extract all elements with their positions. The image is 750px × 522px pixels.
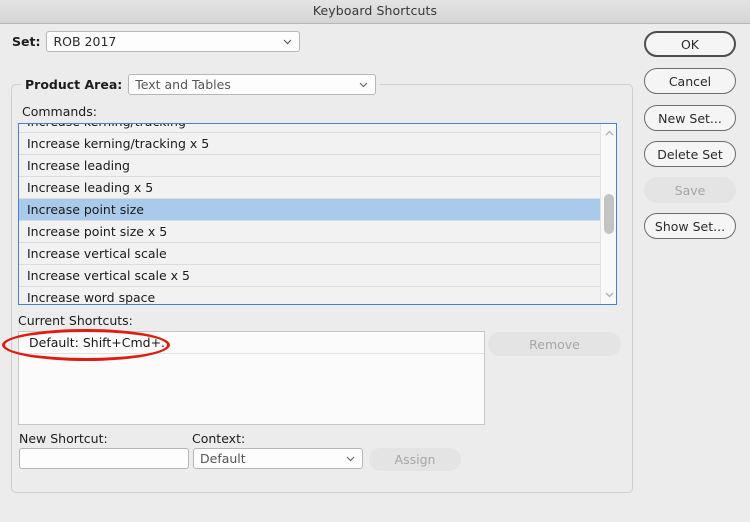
current-shortcuts-label: Current Shortcuts: bbox=[18, 313, 133, 328]
set-dropdown-value: ROB 2017 bbox=[53, 34, 117, 49]
assign-button[interactable]: Assign bbox=[369, 448, 461, 471]
commands-list-item[interactable]: Increase word space bbox=[19, 287, 601, 304]
remove-button[interactable]: Remove bbox=[488, 332, 621, 356]
delete-set-button[interactable]: Delete Set bbox=[644, 141, 736, 167]
commands-scrollbar[interactable] bbox=[600, 124, 616, 304]
commands-list-item[interactable]: Increase vertical scale x 5 bbox=[19, 265, 601, 287]
commands-list: Increase kerning/trackingIncrease kernin… bbox=[19, 124, 601, 304]
title-bar: Keyboard Shortcuts bbox=[0, 0, 750, 24]
current-shortcuts-list: Default: Shift+Cmd+. bbox=[19, 332, 484, 354]
cancel-button[interactable]: Cancel bbox=[644, 68, 736, 94]
scrollbar-thumb[interactable] bbox=[604, 194, 614, 234]
product-area-dropdown[interactable]: Text and Tables bbox=[128, 74, 377, 95]
product-area-label: Product Area: bbox=[25, 77, 123, 92]
new-set-button[interactable]: New Set... bbox=[644, 105, 736, 131]
commands-listbox[interactable]: Increase kerning/trackingIncrease kernin… bbox=[18, 123, 617, 305]
chevron-down-icon bbox=[359, 80, 368, 89]
commands-list-item[interactable]: Increase point size x 5 bbox=[19, 221, 601, 243]
chevron-down-icon[interactable] bbox=[601, 288, 616, 302]
new-shortcut-label: New Shortcut: bbox=[19, 431, 108, 446]
chevron-up-icon[interactable] bbox=[601, 126, 616, 140]
current-shortcuts-listbox[interactable]: Default: Shift+Cmd+. bbox=[18, 331, 485, 425]
keyboard-shortcuts-dialog: Keyboard Shortcuts Set: ROB 2017 Product… bbox=[0, 0, 750, 522]
new-shortcut-input[interactable] bbox=[19, 448, 189, 469]
window-title: Keyboard Shortcuts bbox=[312, 3, 438, 18]
ok-button[interactable]: OK bbox=[644, 31, 736, 57]
context-dropdown-value: Default bbox=[200, 451, 246, 466]
commands-list-item[interactable]: Increase leading x 5 bbox=[19, 177, 601, 199]
commands-list-item[interactable]: Increase point size bbox=[19, 199, 601, 221]
show-set-button[interactable]: Show Set... bbox=[644, 213, 736, 239]
context-dropdown[interactable]: Default bbox=[193, 448, 363, 469]
chevron-down-icon bbox=[346, 454, 355, 463]
commands-list-item[interactable]: Increase kerning/tracking bbox=[19, 124, 601, 133]
chevron-down-icon bbox=[283, 37, 292, 46]
commands-list-item[interactable]: Increase kerning/tracking x 5 bbox=[19, 133, 601, 155]
product-area-dropdown-value: Text and Tables bbox=[135, 77, 231, 92]
set-dropdown[interactable]: ROB 2017 bbox=[46, 31, 301, 52]
commands-label: Commands: bbox=[22, 104, 97, 119]
current-shortcut-item[interactable]: Default: Shift+Cmd+. bbox=[19, 332, 484, 354]
context-label: Context: bbox=[192, 431, 246, 446]
product-area-row: Product Area: Text and Tables bbox=[21, 74, 381, 95]
commands-list-item[interactable]: Increase vertical scale bbox=[19, 243, 601, 265]
save-button[interactable]: Save bbox=[644, 177, 736, 203]
set-label: Set: bbox=[12, 34, 41, 49]
set-row: Set: ROB 2017 bbox=[12, 31, 301, 52]
commands-list-item[interactable]: Increase leading bbox=[19, 155, 601, 177]
